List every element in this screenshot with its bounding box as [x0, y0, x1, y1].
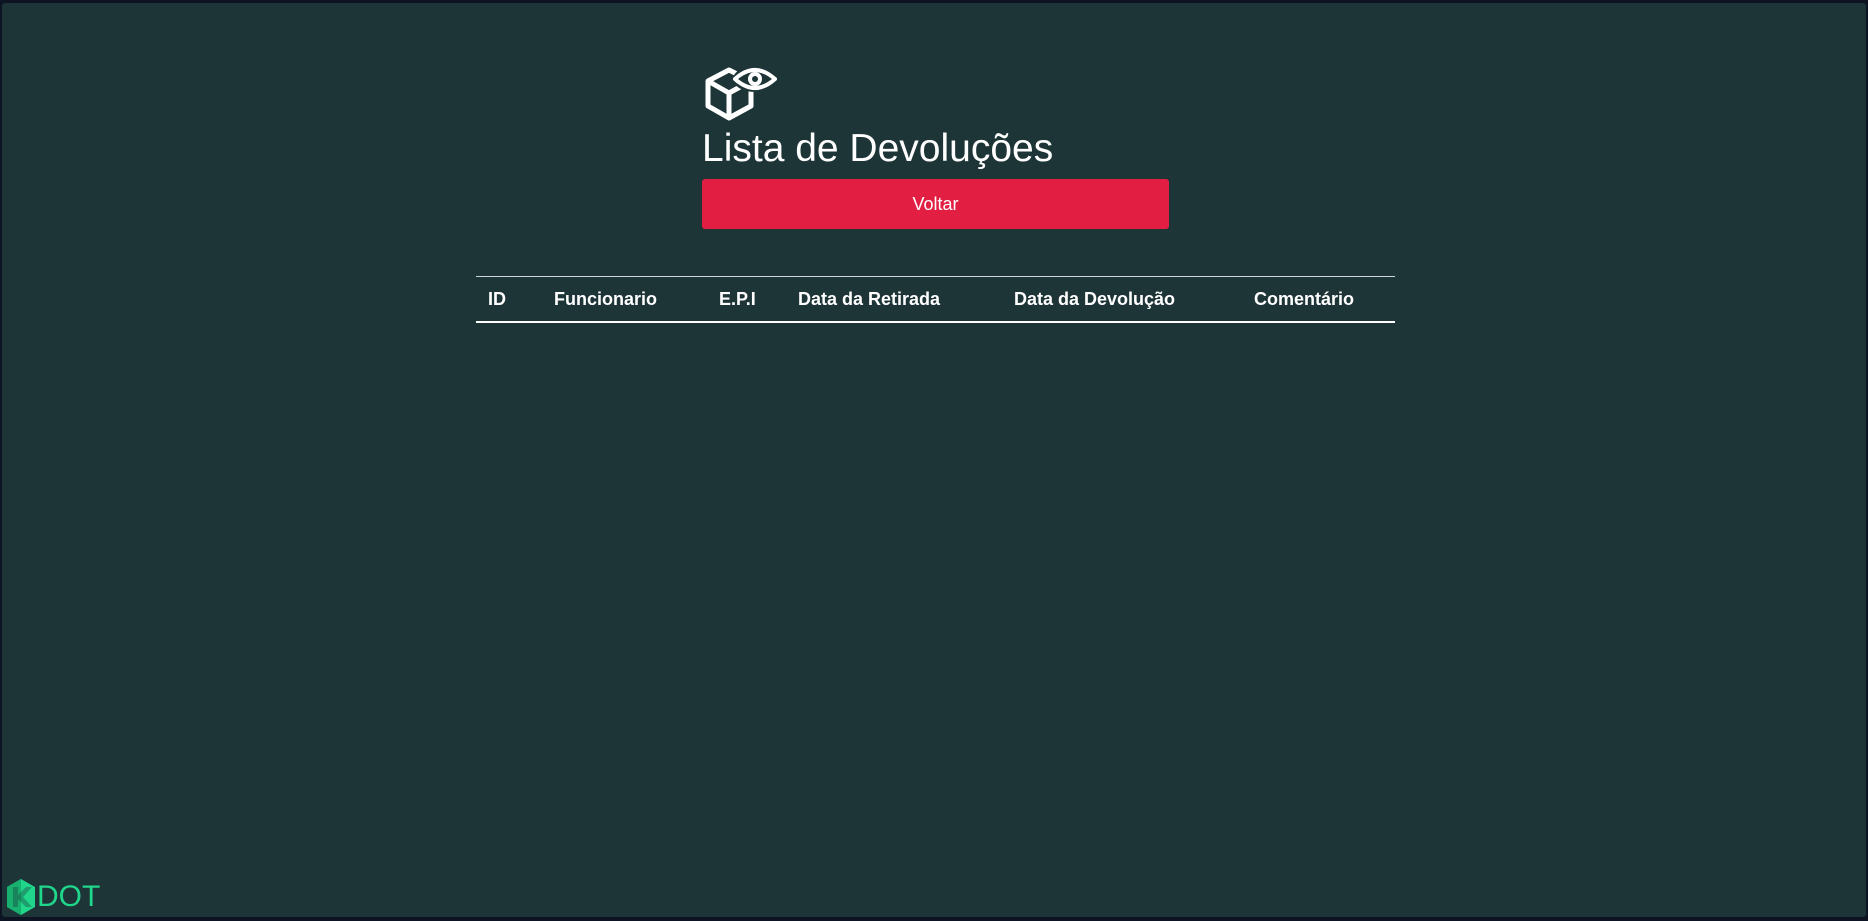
brand-logo: DOT	[6, 877, 100, 917]
returns-table: ID Funcionario E.P.I Data da Retirada Da…	[476, 276, 1395, 323]
box-eye-icon	[703, 63, 777, 123]
table-header: ID Funcionario E.P.I Data da Retirada Da…	[476, 276, 1395, 322]
table-header-row: ID Funcionario E.P.I Data da Retirada Da…	[476, 276, 1395, 322]
column-header-epi: E.P.I	[719, 288, 756, 309]
returns-table-container: ID Funcionario E.P.I Data da Retirada Da…	[476, 276, 1395, 323]
column-header-comentario: Comentário	[1254, 288, 1355, 309]
column-header-data-devolucao: Data da Devolução	[1014, 288, 1176, 309]
back-button[interactable]: Voltar	[702, 179, 1169, 229]
column-header-funcionario: Funcionario	[554, 288, 657, 309]
kdot-logo-icon	[6, 878, 36, 916]
logo-text: DOT	[37, 880, 101, 913]
app-window: Lista de Devoluções Voltar ID Funcionari…	[2, 3, 1866, 917]
column-header-id: ID	[488, 288, 506, 309]
column-header-data-retirada: Data da Retirada	[798, 288, 941, 309]
page-title: Lista de Devoluções	[702, 127, 1054, 170]
